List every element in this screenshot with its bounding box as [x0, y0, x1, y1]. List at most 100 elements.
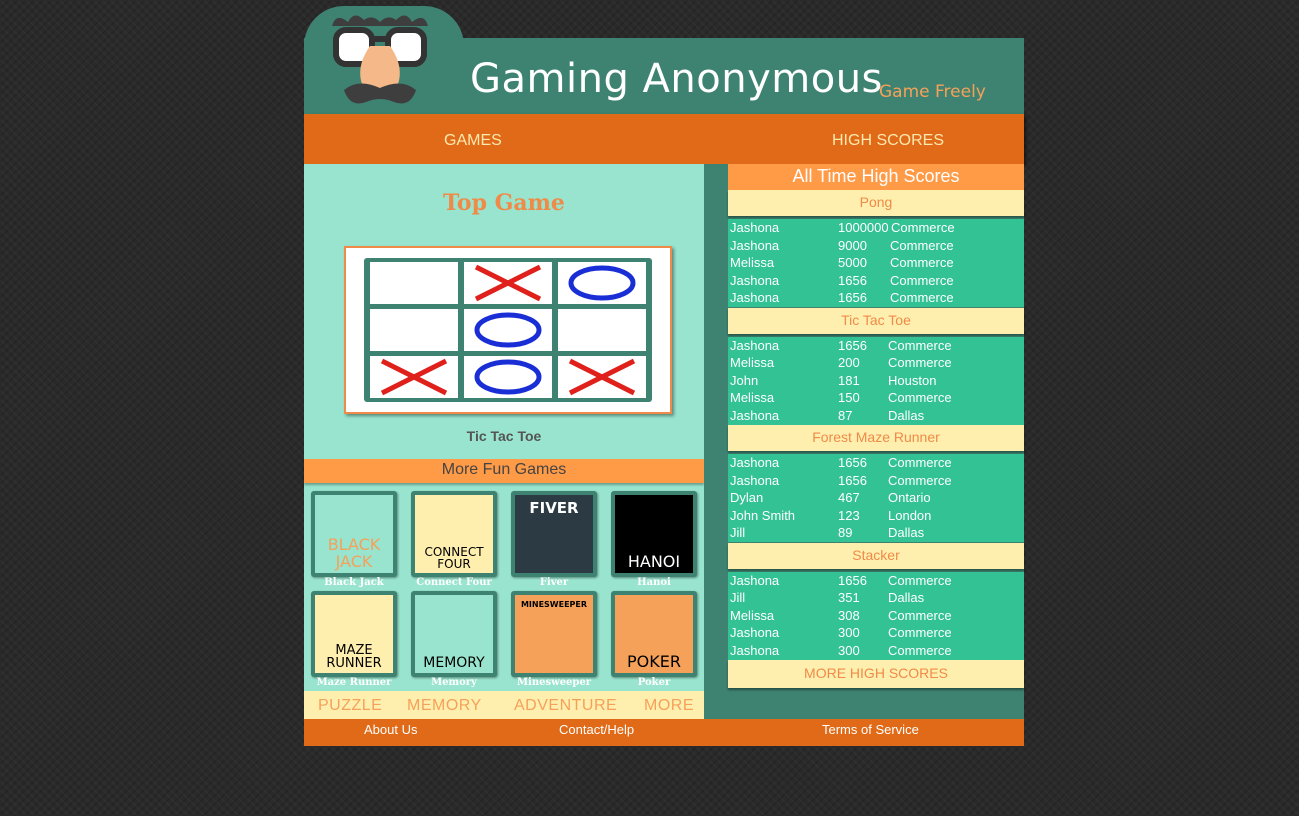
game-tile-minesweeper[interactable]: MINESWEEPER: [511, 591, 597, 677]
player-name: Dylan: [730, 490, 764, 506]
player-location: Commerce: [888, 390, 952, 406]
game-tile-hanoi[interactable]: HANOI: [611, 491, 697, 577]
game-tile-art-text: RUNNER: [326, 656, 382, 672]
player-location: Commerce: [888, 607, 952, 623]
footer-contact-link[interactable]: Contact/Help: [559, 719, 634, 741]
player-score: 1656: [838, 290, 867, 306]
player-location: Commerce: [888, 472, 952, 488]
game-tile-memory[interactable]: MEMORY: [411, 591, 497, 677]
high-score-game-title[interactable]: Stacker: [728, 542, 1024, 569]
game-tile-art: FIVER: [515, 495, 593, 573]
player-score: 1000000: [838, 220, 889, 235]
category-more-link[interactable]: MORE: [644, 691, 694, 719]
player-score: 89: [838, 525, 853, 541]
player-location: Commerce: [888, 572, 952, 588]
ttt-cell: [558, 309, 646, 351]
category-puzzle-link[interactable]: PUZZLE: [318, 691, 382, 719]
more-high-scores-link[interactable]: MORE HIGH SCORES: [728, 660, 1024, 688]
game-tile-label[interactable]: Memory: [411, 677, 497, 688]
site-title[interactable]: Gaming Anonymous: [470, 56, 883, 102]
ttt-cell: [558, 262, 646, 304]
player-name: Jashona: [730, 272, 780, 288]
footer-terms-link[interactable]: Terms of Service: [822, 719, 919, 741]
site-container: Gaming Anonymous Game Freely GAMES HIGH …: [304, 0, 1024, 746]
player-name: John: [730, 372, 759, 388]
player-name: Jashona: [730, 455, 780, 470]
game-tile-art-text: MEMORY: [423, 655, 485, 672]
game-tile-art-text: FOUR: [437, 557, 471, 572]
game-tile-label[interactable]: Hanoi: [611, 577, 697, 588]
groucho-glasses-icon[interactable]: [330, 8, 430, 112]
game-tile-label[interactable]: Maze Runner: [311, 677, 397, 688]
category-adventure-link[interactable]: ADVENTURE: [514, 691, 617, 719]
game-tile-fiver[interactable]: FIVER: [511, 491, 597, 577]
high-score-table: Jashona 1000000 Commerce Jashona 9000 Commerc…: [728, 219, 1024, 307]
player-score: 300: [838, 625, 860, 641]
player-name: Melissa: [730, 255, 775, 271]
player-location: Dallas: [888, 525, 925, 541]
nav-games-link[interactable]: GAMES: [444, 114, 502, 164]
ttt-cell: [370, 356, 458, 398]
game-tile-art: CONNECT FOUR: [415, 495, 493, 573]
x-mark-icon: [380, 358, 448, 396]
game-tile-label[interactable]: Poker: [611, 677, 697, 688]
game-tile-art: MINESWEEPER: [515, 595, 593, 673]
player-location: Houston: [888, 372, 937, 388]
high-scores-heading: All Time High Scores: [728, 164, 1024, 190]
footer: About Us Contact/Help Terms of Service: [304, 719, 1024, 746]
player-score: 1656: [838, 272, 867, 288]
top-game-thumbnail[interactable]: [344, 246, 672, 414]
game-tile-black-jack[interactable]: BLACK JACK: [311, 491, 397, 577]
ttt-cell: [464, 309, 552, 351]
top-game-name[interactable]: Tic Tac Toe: [304, 428, 704, 444]
category-memory-link[interactable]: MEMORY: [407, 691, 482, 719]
player-location: Commerce: [888, 642, 952, 658]
ttt-cell: [370, 262, 458, 304]
game-tile-connect-four[interactable]: CONNECT FOUR: [411, 491, 497, 577]
player-location: London: [888, 507, 932, 523]
player-location: Commerce: [890, 255, 954, 271]
games-column: Top Game Tic Tac Toe More Fun Games BLAC…: [304, 164, 704, 719]
game-tile-label[interactable]: Black Jack: [311, 577, 397, 588]
player-name: Jashona: [730, 472, 780, 488]
high-score-game-title[interactable]: Forest Maze Runner: [728, 425, 1024, 451]
ttt-cell: [370, 309, 458, 351]
ttt-cell: [464, 262, 552, 304]
player-name: John Smith: [730, 507, 796, 523]
player-name: Melissa: [730, 355, 775, 371]
site-tagline: Game Freely: [879, 82, 986, 102]
high-score-game-title[interactable]: Pong: [728, 190, 1024, 216]
player-score: 9000: [838, 237, 867, 253]
top-game-heading: Top Game: [443, 190, 565, 216]
player-name: Jashona: [730, 407, 780, 423]
game-tile-poker[interactable]: POKER: [611, 591, 697, 677]
player-score: 467: [838, 490, 860, 506]
player-score: 1656: [838, 472, 867, 488]
player-score: 200: [838, 355, 860, 371]
game-tile-art-text: MINESWEEPER: [520, 600, 588, 609]
player-score: 1656: [838, 337, 867, 353]
ttt-cell: [558, 356, 646, 398]
player-location: Commerce: [888, 355, 952, 371]
game-tile-art-text: MAZE: [335, 642, 373, 658]
game-tile-label[interactable]: Connect Four: [411, 577, 497, 588]
o-mark-icon: [474, 312, 542, 348]
player-name: Melissa: [730, 390, 775, 406]
game-tile-label[interactable]: Minesweeper: [511, 677, 597, 688]
player-score: 1656: [838, 455, 867, 470]
footer-about-link[interactable]: About Us: [364, 719, 417, 741]
nav-high-scores-link[interactable]: HIGH SCORES: [832, 114, 944, 164]
game-tile-art-text: POKER: [627, 652, 681, 672]
player-score: 5000: [838, 255, 867, 271]
player-score: 123: [838, 507, 860, 523]
player-score: 308: [838, 607, 860, 623]
player-score: 181: [838, 372, 860, 388]
game-tile-label[interactable]: Fiver: [511, 577, 597, 588]
game-tile-art: MAZE RUNNER: [315, 595, 393, 673]
high-score-game-title[interactable]: Tic Tac Toe: [728, 307, 1024, 334]
game-tile-art: MEMORY: [415, 595, 493, 673]
player-name: Jill: [730, 590, 746, 606]
game-tile-art: BLACK JACK: [315, 495, 393, 573]
game-tile-maze-runner[interactable]: MAZE RUNNER: [311, 591, 397, 677]
player-score: 87: [838, 407, 853, 423]
